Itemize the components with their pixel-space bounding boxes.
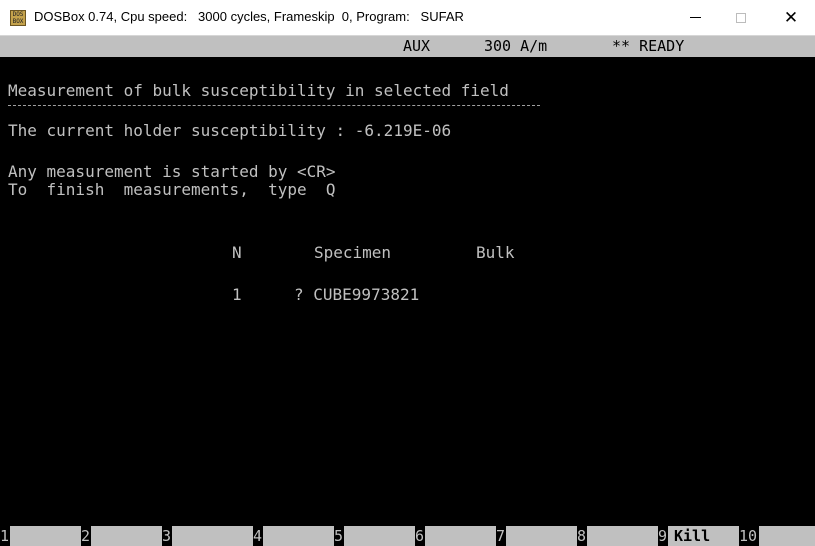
fkey-5-button[interactable] <box>344 526 415 546</box>
screen-heading: Measurement of bulk susceptibility in se… <box>8 81 509 100</box>
fkey-3-button[interactable] <box>172 526 253 546</box>
fkey-10-button[interactable] <box>759 526 815 546</box>
instruction-start: Any measurement is started by <CR> <box>8 162 336 181</box>
instruction-finish: To finish measurements, type Q <box>8 180 336 199</box>
status-mode: AUX <box>403 37 431 55</box>
fkey-6-button[interactable] <box>425 526 496 546</box>
dosbox-icon[interactable]: DOS BOX <box>10 10 26 26</box>
fkey-4-number: 4 <box>253 526 263 546</box>
fkey-1-button[interactable] <box>10 526 81 546</box>
status-state: ** READY <box>612 37 685 55</box>
fkey-8-button[interactable] <box>587 526 658 546</box>
window-titlebar[interactable]: DOS BOX DOSBox 0.74, Cpu speed: 3000 cyc… <box>0 0 815 36</box>
row-specimen: ? CUBE9973821 <box>294 285 420 304</box>
fkey-1-number: 1 <box>0 526 10 546</box>
fkey-10-number: 10 <box>739 526 759 546</box>
fkey-9-kill-button[interactable]: Kill <box>668 526 745 546</box>
fkey-4-button[interactable] <box>263 526 334 546</box>
fkey-5-number: 5 <box>334 526 344 546</box>
fkey-7-number: 7 <box>496 526 506 546</box>
close-icon: ✕ <box>783 7 799 28</box>
maximize-icon <box>736 12 746 23</box>
minimize-button[interactable] <box>672 0 718 35</box>
fkey-3-number: 3 <box>162 526 172 546</box>
maximize-button[interactable] <box>718 0 764 35</box>
status-field: 300 A/m <box>484 37 548 55</box>
fkey-2-number: 2 <box>81 526 91 546</box>
dos-screen[interactable]: AUX 300 A/m ** READY Measurement of bulk… <box>0 36 815 546</box>
minimize-icon <box>689 17 701 18</box>
fkey-8-number: 8 <box>577 526 587 546</box>
holder-susceptibility: The current holder susceptibility : -6.2… <box>8 121 452 140</box>
status-bar: AUX 300 A/m ** READY <box>0 36 815 57</box>
row-n: 1 <box>232 285 242 304</box>
window-title: DOSBox 0.74, Cpu speed: 3000 cycles, Fra… <box>34 9 464 24</box>
fkey-7-button[interactable] <box>506 526 577 546</box>
fkey-6-number: 6 <box>415 526 425 546</box>
column-header-bulk: Bulk <box>476 243 515 262</box>
column-header-n: N <box>232 243 242 262</box>
fkey-2-button[interactable] <box>91 526 162 546</box>
fkey-9-number: 9 <box>658 526 668 546</box>
function-key-bar: 1 2 3 4 5 6 7 8 9 Kill 10 <box>0 526 815 546</box>
heading-divider <box>8 105 540 106</box>
column-header-specimen: Specimen <box>314 243 392 262</box>
close-button[interactable]: ✕ <box>768 0 814 35</box>
